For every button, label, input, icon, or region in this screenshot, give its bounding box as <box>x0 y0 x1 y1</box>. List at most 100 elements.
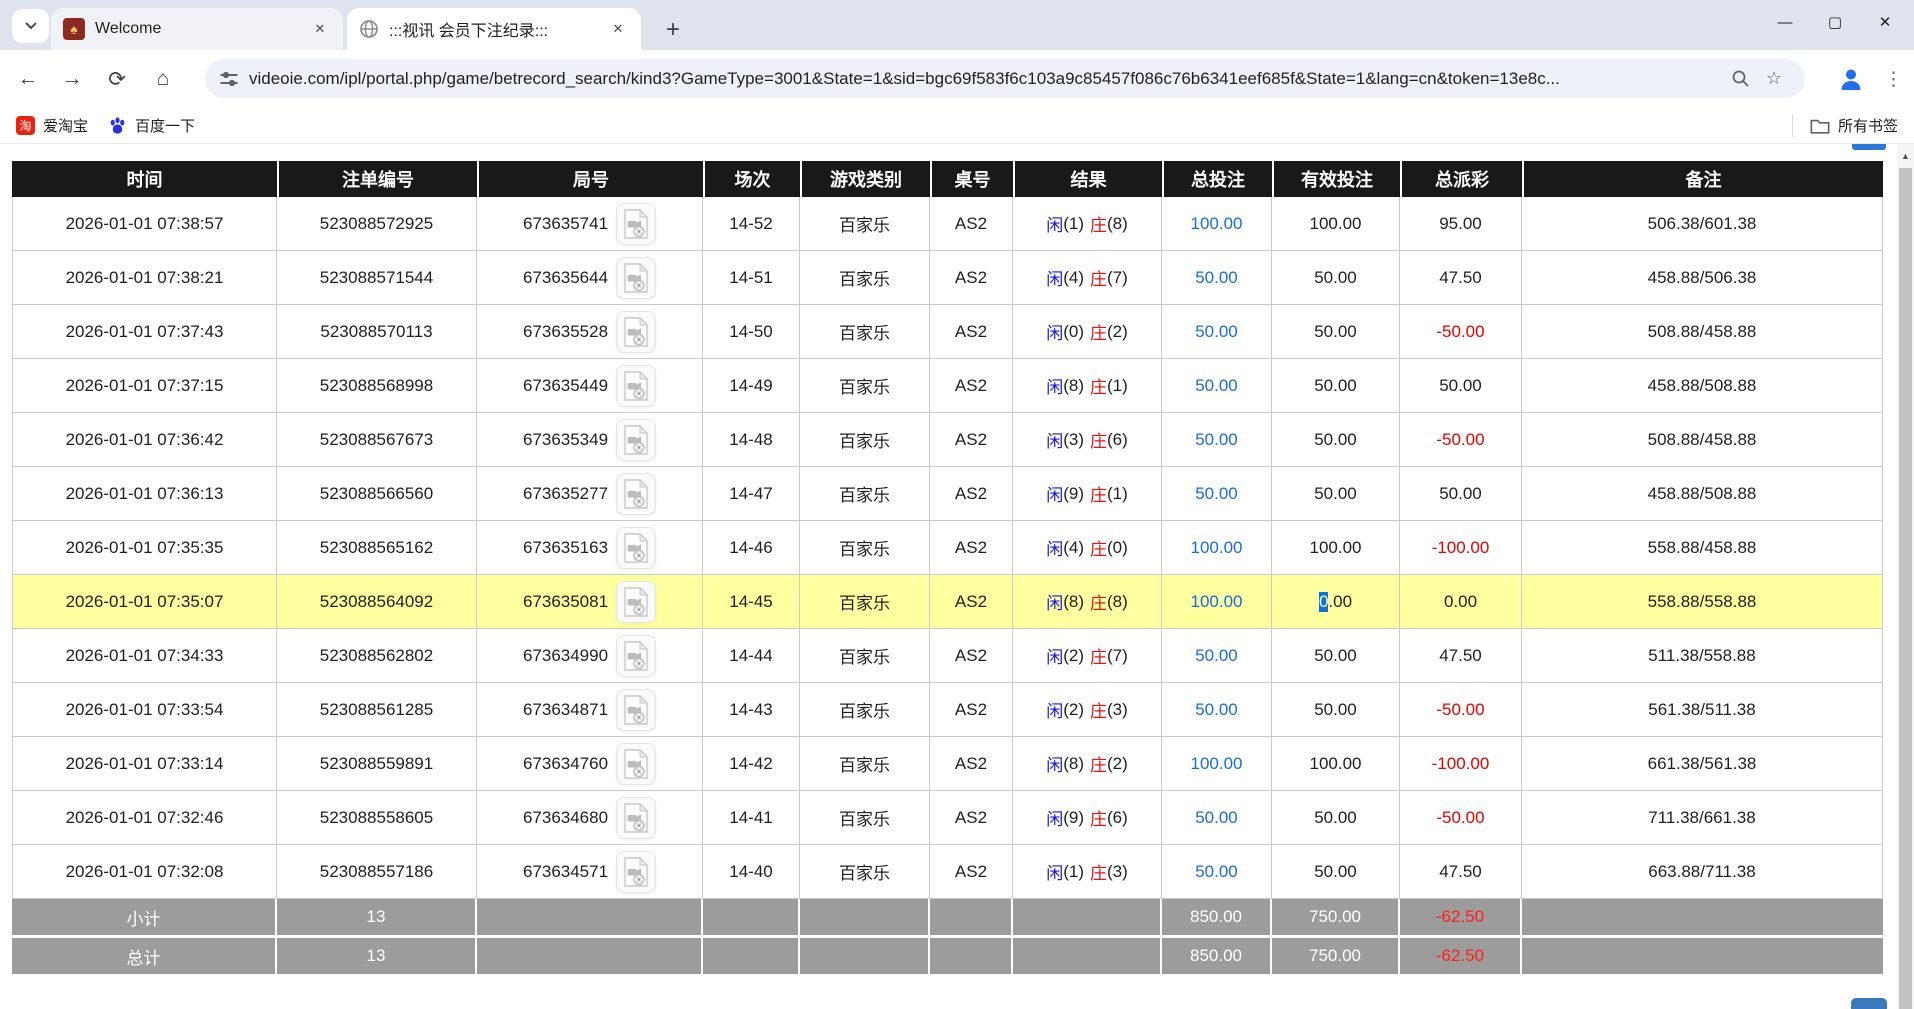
video-replay-button[interactable] <box>616 689 656 731</box>
cell-result: 闲(8)庄(1) <box>1013 359 1162 412</box>
video-replay-button[interactable] <box>616 797 656 839</box>
cell-valid-bet: 50.00 <box>1272 683 1400 736</box>
maximize-button[interactable]: ▢ <box>1810 0 1860 44</box>
cell-total-bet[interactable]: 100.00 <box>1162 197 1272 250</box>
cell-table-no: AS2 <box>930 845 1013 898</box>
floating-button-top-sliver[interactable] <box>1852 144 1886 150</box>
result-player: 闲 <box>1046 265 1063 290</box>
cell-total-bet[interactable]: 50.00 <box>1162 629 1272 682</box>
result-player: 闲 <box>1046 697 1063 722</box>
scrollbar-thumb[interactable] <box>1899 168 1912 1009</box>
menu-kebab-icon[interactable]: ⋮ <box>1877 61 1911 97</box>
cell-round-id: 673634990 <box>477 629 703 682</box>
video-replay-button[interactable] <box>616 527 656 569</box>
table-row: 2026-01-01 07:33:54523088561285673634871… <box>12 683 1883 737</box>
video-replay-button[interactable] <box>616 419 656 461</box>
video-replay-button[interactable] <box>616 851 656 893</box>
cell-remark: 511.38/558.88 <box>1522 629 1883 682</box>
forward-button[interactable]: → <box>52 59 92 99</box>
cell-total-bet[interactable]: 50.00 <box>1162 305 1272 358</box>
cell-total-bet[interactable]: 100.00 <box>1162 737 1272 790</box>
cell-total-bet[interactable]: 50.00 <box>1162 467 1272 520</box>
table-row: 2026-01-01 07:32:08523088557186673634571… <box>12 845 1883 899</box>
tab-search-button[interactable] <box>12 9 49 43</box>
browser-toolbar: ← → ⟳ ⌂ videoie.com/ipl/portal.php/game/… <box>0 50 1914 107</box>
cell-table-no: AS2 <box>930 575 1013 628</box>
pagination-button[interactable] <box>1851 998 1887 1009</box>
bookmark-baidu[interactable]: 百度一下 <box>100 111 203 140</box>
cell-session: 14-47 <box>703 467 800 520</box>
site-settings-icon[interactable] <box>219 69 239 89</box>
video-replay-button[interactable] <box>616 635 656 677</box>
cell-total-bet[interactable]: 50.00 <box>1162 413 1272 466</box>
tab-close-icon[interactable]: ✕ <box>309 18 331 40</box>
tab-bet-record[interactable]: :::视讯 会员下注纪录::: ✕ <box>347 8 641 50</box>
cell-time: 2026-01-01 07:36:13 <box>12 467 277 520</box>
cell-remark: 458.88/506.38 <box>1522 251 1883 304</box>
home-button[interactable]: ⌂ <box>143 59 183 99</box>
back-button[interactable]: ← <box>8 59 48 99</box>
profile-avatar[interactable] <box>1833 61 1869 97</box>
tab-strip: ♠ Welcome ✕ :::视讯 会员下注纪录::: ✕ + — ▢ ✕ <box>0 0 1914 50</box>
video-replay-button[interactable] <box>616 365 656 407</box>
new-tab-button[interactable]: + <box>655 12 691 48</box>
video-replay-button[interactable] <box>616 743 656 785</box>
cell-game-type: 百家乐 <box>800 845 930 898</box>
person-icon <box>1838 66 1864 92</box>
cell-total-bet[interactable]: 100.00 <box>1162 521 1272 574</box>
scrollbar-up-arrow-icon[interactable]: ▲ <box>1897 149 1914 163</box>
result-player: 闲 <box>1046 859 1063 884</box>
cell-total-bet[interactable]: 50.00 <box>1162 791 1272 844</box>
cell-bet-id: 523088557186 <box>277 845 477 898</box>
cell-total-bet[interactable]: 50.00 <box>1162 683 1272 736</box>
cell-session: 14-46 <box>703 521 800 574</box>
cell-time: 2026-01-01 07:32:46 <box>12 791 277 844</box>
table-row: 2026-01-01 07:37:15523088568998673635449… <box>12 359 1883 413</box>
page-content: 时间注单编号局号场次游戏类别桌号结果总投注有效投注总派彩备注 2026-01-0… <box>0 144 1914 1009</box>
column-header: 备注 <box>1522 161 1883 197</box>
footer-valid-bet: 750.00 <box>1272 938 1400 974</box>
result-player: 闲 <box>1046 805 1063 830</box>
cell-payout: 47.50 <box>1400 251 1522 304</box>
bookmark-star-icon[interactable]: ☆ <box>1757 62 1791 96</box>
tab-welcome[interactable]: ♠ Welcome ✕ <box>51 8 343 50</box>
column-header: 注单编号 <box>277 161 477 197</box>
bookmark-taobao[interactable]: 淘 爱淘宝 <box>8 111 96 140</box>
tab-close-icon[interactable]: ✕ <box>607 18 629 40</box>
cell-table-no: AS2 <box>930 521 1013 574</box>
page-scrollbar[interactable]: ▲ <box>1897 144 1914 1009</box>
cell-bet-id: 523088564092 <box>277 575 477 628</box>
video-replay-icon <box>623 371 649 401</box>
video-replay-button[interactable] <box>616 203 656 245</box>
cell-total-bet[interactable]: 50.00 <box>1162 845 1272 898</box>
column-header: 场次 <box>703 161 800 197</box>
video-replay-icon <box>623 695 649 725</box>
cell-valid-bet: 50.00 <box>1272 791 1400 844</box>
cell-session: 14-42 <box>703 737 800 790</box>
column-header: 有效投注 <box>1272 161 1400 197</box>
result-player: 闲 <box>1046 535 1063 560</box>
video-replay-button[interactable] <box>616 257 656 299</box>
table-header-row: 时间注单编号局号场次游戏类别桌号结果总投注有效投注总派彩备注 <box>12 161 1883 197</box>
result-banker: 庄 <box>1090 481 1107 506</box>
all-bookmarks-button[interactable]: 所有书签 <box>1802 111 1906 140</box>
zoom-icon[interactable] <box>1723 62 1757 96</box>
cell-total-bet[interactable]: 50.00 <box>1162 251 1272 304</box>
url-text[interactable]: videoie.com/ipl/portal.php/game/betrecor… <box>249 69 1723 89</box>
minimize-button[interactable]: — <box>1760 0 1810 44</box>
cell-total-bet[interactable]: 50.00 <box>1162 359 1272 412</box>
cell-total-bet[interactable]: 100.00 <box>1162 575 1272 628</box>
reload-button[interactable]: ⟳ <box>97 59 137 99</box>
video-replay-button[interactable] <box>616 473 656 515</box>
selected-text: 0 <box>1319 592 1328 612</box>
footer-empty <box>477 938 703 974</box>
cell-result: 闲(8)庄(2) <box>1013 737 1162 790</box>
address-bar[interactable]: videoie.com/ipl/portal.php/game/betrecor… <box>205 59 1805 98</box>
video-replay-button[interactable] <box>616 311 656 353</box>
result-player: 闲 <box>1046 589 1063 614</box>
cell-session: 14-50 <box>703 305 800 358</box>
result-player: 闲 <box>1046 751 1063 776</box>
close-button[interactable]: ✕ <box>1860 0 1910 44</box>
video-replay-button[interactable] <box>616 581 656 623</box>
baidu-paw-icon <box>108 116 127 135</box>
